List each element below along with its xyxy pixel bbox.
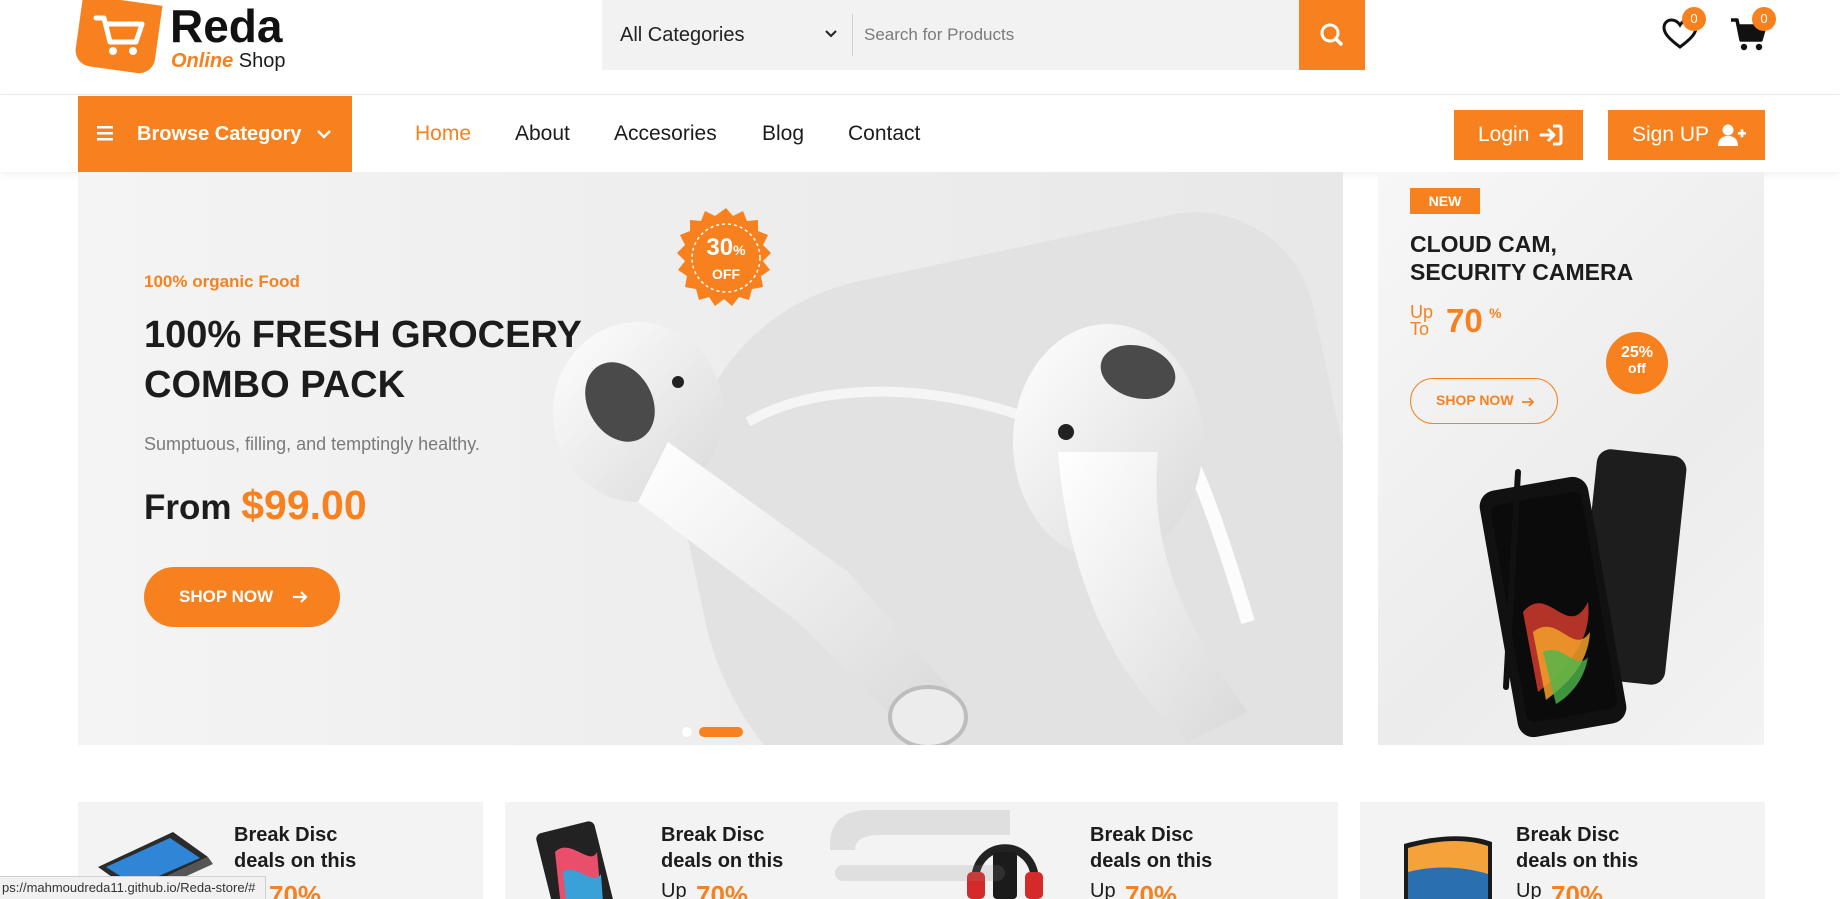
side-shop-now-label: SHOP NOW xyxy=(1436,392,1514,408)
brand-sub-rest: Shop xyxy=(233,50,286,72)
arrow-right-icon xyxy=(1522,397,1535,407)
brand-sub-highlight: Online xyxy=(171,50,234,72)
deal-title: Break Disc deals on this xyxy=(1516,822,1686,874)
slider-dot-1[interactable] xyxy=(682,727,692,737)
earbuds-image xyxy=(553,322,1255,745)
hero-description: Sumptuous, filling, and temptingly healt… xyxy=(144,434,480,454)
login-button[interactable]: Login xyxy=(1454,110,1583,160)
deal-up: Up xyxy=(661,880,687,899)
browse-category-label: Browse Category xyxy=(137,123,302,145)
discount-seal-label: OFF xyxy=(712,266,740,282)
hero-slider: 100% organic Food 100% Fresh Grocery Com… xyxy=(78,172,1343,745)
deal-percent: 70% xyxy=(696,880,749,899)
deal-title-line1: Break Disc xyxy=(1516,824,1620,846)
side-discount-value: 25% xyxy=(1620,344,1654,361)
hero-price: From $99.00 xyxy=(144,482,367,529)
hero-shop-now-label: SHOP NOW xyxy=(179,587,274,606)
side-banner-percent-sign: % xyxy=(1489,305,1502,321)
search-button[interactable] xyxy=(1299,0,1365,70)
search-input[interactable] xyxy=(864,0,1284,70)
slider-dot-2-active[interactable] xyxy=(699,727,743,737)
nav-link-home[interactable]: Home xyxy=(415,96,471,172)
deal-percent: 70% xyxy=(1125,880,1178,899)
side-banner-title-line1: Cloud Cam, xyxy=(1410,231,1557,257)
category-select[interactable]: All Categories xyxy=(602,0,852,70)
browser-status-bar: ps://mahmoudreda11.github.io/Reda-store/… xyxy=(0,876,267,899)
discount-seal: 30% OFF xyxy=(673,206,779,312)
deal-title: Break Disc deals on this xyxy=(234,822,404,874)
deal-up: Up xyxy=(1090,880,1116,899)
discount-seal-percent: % xyxy=(733,242,746,258)
nav-bar: Browse Category Home About Accesories Bl… xyxy=(0,96,1840,172)
nav-link-contact[interactable]: Contact xyxy=(848,96,920,172)
chevron-down-icon xyxy=(317,130,331,139)
side-discount-badge: 25% off xyxy=(1606,332,1668,394)
browse-category-button[interactable]: Browse Category xyxy=(78,96,352,172)
deal-card[interactable]: Break Disc deals on this Up 70% xyxy=(1360,802,1765,899)
nav-link-accesories[interactable]: Accesories xyxy=(614,96,717,172)
smartphone-image xyxy=(1479,449,1687,738)
wishlist-count-badge: 0 xyxy=(1682,7,1706,31)
brand-subtitle: Online Shop xyxy=(171,50,286,72)
side-shop-now-button[interactable]: SHOP NOW xyxy=(1410,378,1558,424)
hero-eyebrow: 100% organic Food xyxy=(144,272,300,291)
hero-shop-now-button[interactable]: SHOP NOW xyxy=(144,567,340,627)
brand-name[interactable]: Reda xyxy=(170,0,282,52)
deal-title: Break Disc deals on this xyxy=(661,822,831,874)
nav-link-about[interactable]: About xyxy=(515,96,570,172)
side-banner-upto: Up To xyxy=(1410,303,1440,339)
search-bar: All Categories xyxy=(602,0,1365,70)
deal-title-line1: Break Disc xyxy=(234,824,338,846)
cart-count-badge: 0 xyxy=(1752,7,1776,31)
discount-seal-value: 30% xyxy=(673,234,779,262)
side-discount-label: off xyxy=(1628,360,1646,376)
upto-line2: To xyxy=(1410,319,1430,339)
menu-icon xyxy=(97,126,113,141)
deal-title-line2: deals on this xyxy=(1516,850,1639,872)
hero-price-prefix: From xyxy=(144,488,242,527)
deal-title-line2: deals on this xyxy=(234,850,357,872)
deal-title-line2: deals on this xyxy=(1090,850,1213,872)
login-label: Login xyxy=(1478,123,1530,146)
tablet-image xyxy=(536,821,614,899)
cart-logo-icon xyxy=(93,15,145,55)
arrow-right-icon xyxy=(293,591,308,603)
deal-title-line1: Break Disc xyxy=(661,824,765,846)
signup-button[interactable]: Sign UP xyxy=(1608,110,1765,160)
deal-title-line2: deals on this xyxy=(661,850,784,872)
new-tag: NEW xyxy=(1410,188,1480,214)
deal-title: Break Disc deals on this xyxy=(1090,822,1260,874)
top-header: Reda Online Shop All Categories 0 0 xyxy=(0,0,1840,95)
deal-percent: 70% xyxy=(1551,880,1604,899)
hero-title: 100% Fresh Grocery Combo Pack xyxy=(144,314,582,406)
nafezly-watermark-logo xyxy=(830,810,1010,881)
deal-title-line1: Break Disc xyxy=(1090,824,1194,846)
search-divider xyxy=(852,14,853,56)
deal-percent: 70% xyxy=(269,880,322,899)
side-banner-title: Cloud Cam, Security Camera xyxy=(1410,230,1633,286)
side-banner-title-line2: Security Camera xyxy=(1410,259,1634,285)
signup-label: Sign UP xyxy=(1632,123,1710,146)
user-plus-icon xyxy=(1718,124,1746,146)
search-icon xyxy=(1320,23,1343,46)
nav-link-blog[interactable]: Blog xyxy=(762,96,804,172)
side-banner-percent: 70 xyxy=(1446,302,1483,339)
hero-price-value: $99.00 xyxy=(241,482,367,528)
side-banner: NEW Cloud Cam, Security Camera Up To 70 … xyxy=(1378,172,1764,745)
chevron-down-icon xyxy=(825,30,837,38)
discount-seal-number: 30 xyxy=(706,234,734,261)
monitor-image xyxy=(1404,836,1492,899)
deal-up: Up xyxy=(1516,880,1542,899)
sign-in-icon xyxy=(1539,124,1563,146)
